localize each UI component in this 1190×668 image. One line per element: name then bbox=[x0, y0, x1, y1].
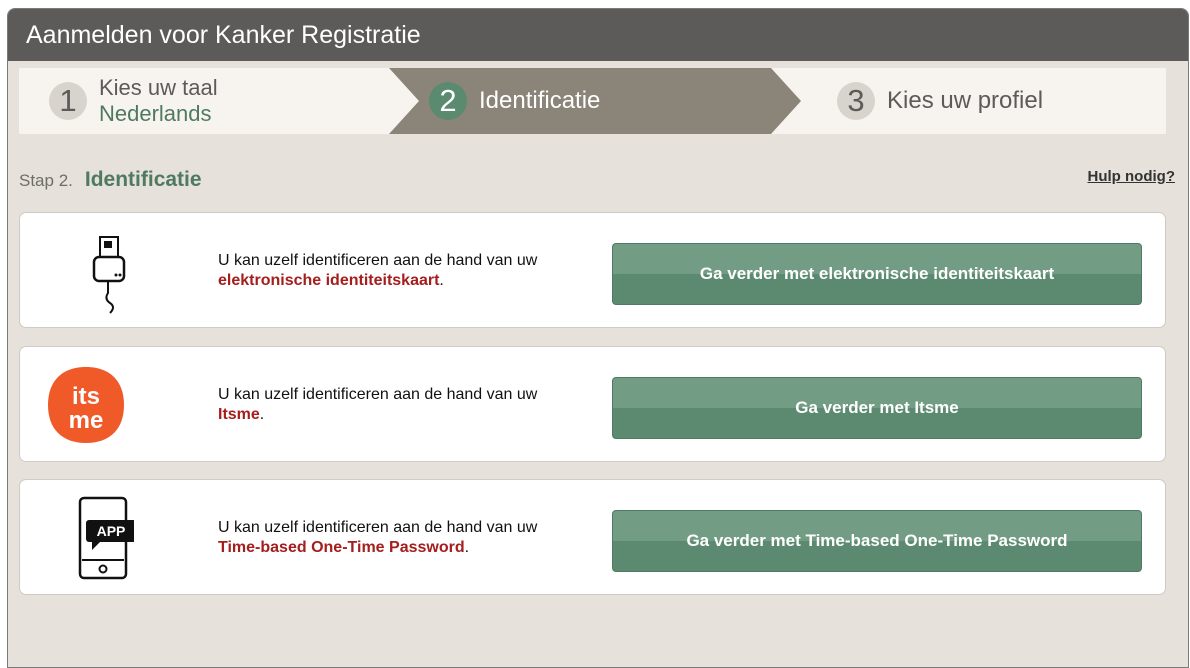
option-eid: U kan uzelf identificeren aan de hand va… bbox=[19, 212, 1166, 328]
option-eid-method: elektronische identiteitskaart bbox=[218, 272, 440, 289]
eid-continue-button[interactable]: Ga verder met elektronische identiteitsk… bbox=[612, 243, 1142, 305]
step-2: 2 Identificatie bbox=[391, 68, 799, 134]
page-heading: Stap 2. Identificatie bbox=[19, 168, 202, 192]
option-eid-text: U kan uzelf identificeren aan de hand va… bbox=[218, 252, 538, 269]
option-itsme: its me U kan uzelf identificeren aan de … bbox=[19, 346, 1166, 462]
option-totp: APP U kan uzelf identificeren aan de han… bbox=[19, 479, 1166, 595]
option-eid-suffix: . bbox=[439, 272, 444, 289]
option-itsme-text: U kan uzelf identificeren aan de hand va… bbox=[218, 386, 538, 403]
step-3-label: Kies uw profiel bbox=[887, 87, 1044, 114]
step-1-label: Kies uw taal bbox=[99, 75, 218, 100]
help-link[interactable]: Hulp nodig? bbox=[1088, 168, 1175, 185]
steps-bar: 1 Kies uw taal Nederlands 2 Identificati… bbox=[19, 68, 1166, 134]
itsme-logo-line2: me bbox=[69, 407, 104, 434]
phone-app-icon: APP bbox=[78, 496, 134, 580]
step-1-number: 1 bbox=[49, 82, 87, 120]
option-itsme-method: Itsme bbox=[218, 406, 260, 423]
option-totp-suffix: . bbox=[464, 539, 470, 556]
app-label: APP bbox=[97, 523, 126, 539]
step-3-number: 3 bbox=[837, 82, 875, 120]
card-reader-icon bbox=[92, 236, 126, 314]
step-1[interactable]: 1 Kies uw taal Nederlands bbox=[19, 68, 399, 134]
totp-continue-button[interactable]: Ga verder met Time-based One-Time Passwo… bbox=[612, 510, 1142, 572]
step-prefix: Stap 2. bbox=[19, 171, 73, 190]
window-title: Aanmelden voor Kanker Registratie bbox=[8, 9, 1188, 61]
option-totp-method: Time-based One-Time Password bbox=[218, 539, 465, 556]
page-title: Identificatie bbox=[84, 168, 202, 191]
step-1-sublabel: Nederlands bbox=[99, 101, 212, 126]
step-3: 3 Kies uw profiel bbox=[799, 68, 1159, 134]
option-itsme-suffix: . bbox=[259, 406, 265, 423]
step-2-number: 2 bbox=[429, 82, 467, 120]
itsme-continue-button[interactable]: Ga verder met Itsme bbox=[612, 377, 1142, 439]
itsme-logo: its me bbox=[48, 367, 124, 443]
itsme-logo-line1: its bbox=[72, 383, 100, 410]
option-totp-text: U kan uzelf identificeren aan de hand va… bbox=[218, 519, 538, 536]
step-2-label: Identificatie bbox=[479, 87, 601, 114]
